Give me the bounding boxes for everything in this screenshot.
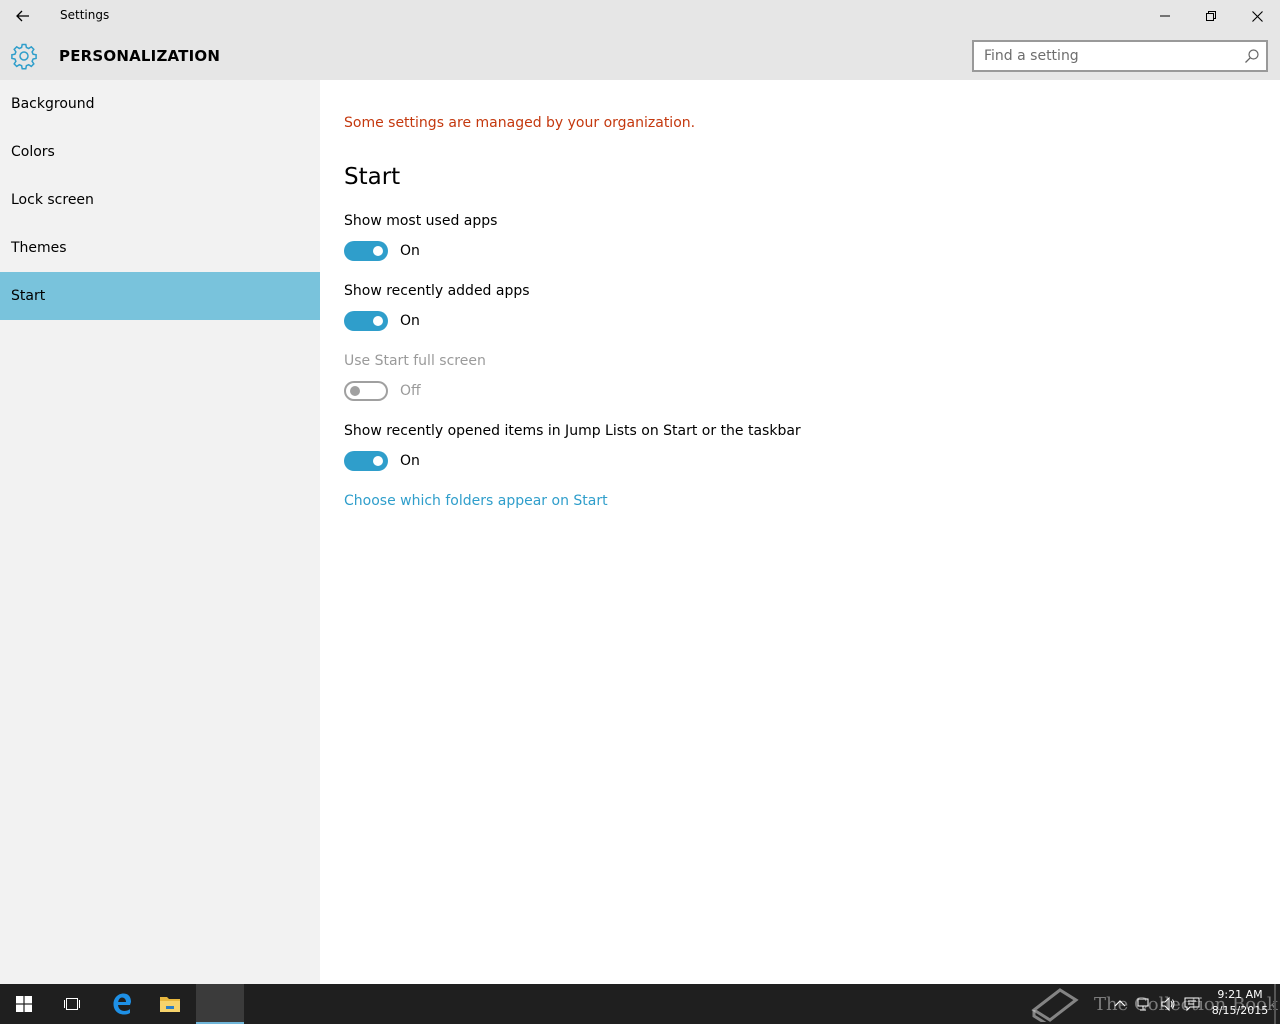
close-icon: [1251, 10, 1263, 22]
setting-label-jump-lists: Show recently opened items in Jump Lists…: [344, 423, 801, 439]
minimize-icon: [1160, 15, 1170, 17]
sidebar-item-colors[interactable]: Colors: [0, 128, 320, 176]
taskbar: The Collection Book 9:21 AM 8/15/2015: [0, 984, 1280, 1024]
toggle-knob: [373, 246, 383, 256]
file-explorer-icon: [160, 997, 180, 1012]
minimize-button[interactable]: [1142, 0, 1188, 32]
toggle-knob: [350, 386, 360, 396]
window-title: Settings: [60, 8, 110, 22]
section-title: PERSONALIZATION: [59, 47, 221, 65]
setting-label-start-full-screen: Use Start full screen: [344, 353, 486, 369]
toggle-state-jump-lists: On: [400, 453, 420, 469]
sidebar-item-label: Colors: [11, 144, 55, 160]
toggle-start-full-screen: [344, 381, 388, 401]
managed-by-organization-notice: Some settings are managed by your organi…: [344, 115, 696, 131]
restore-button[interactable]: [1188, 0, 1234, 32]
task-view-icon: [64, 998, 80, 1010]
page-heading: Start: [344, 164, 401, 190]
taskbar-clock[interactable]: 9:21 AM 8/15/2015: [1208, 987, 1272, 1019]
page-header: PERSONALIZATION: [0, 32, 1280, 80]
clock-date: 8/15/2015: [1211, 1004, 1269, 1017]
toggle-knob: [373, 456, 383, 466]
windows-start-icon: [16, 996, 32, 1012]
sidebar-item-themes[interactable]: Themes: [0, 224, 320, 272]
setting-label-recently-added-apps: Show recently added apps: [344, 283, 530, 299]
restore-icon: [1206, 11, 1216, 21]
sidebar-nav: Background Colors Lock screen Themes Sta…: [0, 80, 320, 984]
sidebar-item-label: Lock screen: [11, 192, 94, 208]
task-view-button[interactable]: [48, 984, 96, 1024]
sidebar-item-label: Background: [11, 96, 95, 112]
toggle-knob: [373, 316, 383, 326]
gear-icon: [11, 43, 37, 70]
edge-browser-button[interactable]: [98, 984, 146, 1024]
toggle-recently-added-apps[interactable]: [344, 311, 388, 331]
network-icon[interactable]: [1136, 996, 1152, 1012]
toggle-state-most-used-apps: On: [400, 243, 420, 259]
volume-icon[interactable]: [1160, 996, 1176, 1012]
back-arrow-icon: [16, 10, 29, 22]
search-box[interactable]: [972, 40, 1268, 72]
action-center-icon[interactable]: [1184, 996, 1200, 1012]
settings-app-taskbar-button[interactable]: [196, 984, 244, 1024]
sidebar-item-label: Themes: [11, 240, 67, 256]
sidebar-item-start[interactable]: Start: [0, 272, 320, 320]
show-desktop-button[interactable]: [1274, 984, 1276, 1024]
toggle-state-recently-added-apps: On: [400, 313, 420, 329]
choose-folders-link[interactable]: Choose which folders appear on Start: [344, 493, 608, 509]
sidebar-item-lock-screen[interactable]: Lock screen: [0, 176, 320, 224]
close-button[interactable]: [1234, 0, 1280, 32]
toggle-state-start-full-screen: Off: [400, 383, 421, 399]
chevron-up-icon[interactable]: [1112, 996, 1128, 1012]
book-logo-icon: [1031, 988, 1079, 1022]
edge-browser-icon: [113, 993, 131, 1015]
clock-time: 9:21 AM: [1217, 988, 1263, 1001]
setting-label-most-used-apps: Show most used apps: [344, 213, 498, 229]
sidebar-item-label: Start: [11, 288, 46, 304]
toggle-most-used-apps[interactable]: [344, 241, 388, 261]
main-content: Some settings are managed by your organi…: [320, 80, 1280, 984]
title-bar: Settings: [0, 0, 1280, 32]
back-button[interactable]: [0, 0, 46, 32]
file-explorer-button[interactable]: [146, 984, 194, 1024]
sidebar-item-background[interactable]: Background: [0, 80, 320, 128]
search-input[interactable]: [974, 42, 1236, 70]
system-tray: [1108, 984, 1208, 1024]
toggle-jump-lists[interactable]: [344, 451, 388, 471]
start-button[interactable]: [0, 984, 48, 1024]
search-icon[interactable]: [1244, 48, 1260, 64]
